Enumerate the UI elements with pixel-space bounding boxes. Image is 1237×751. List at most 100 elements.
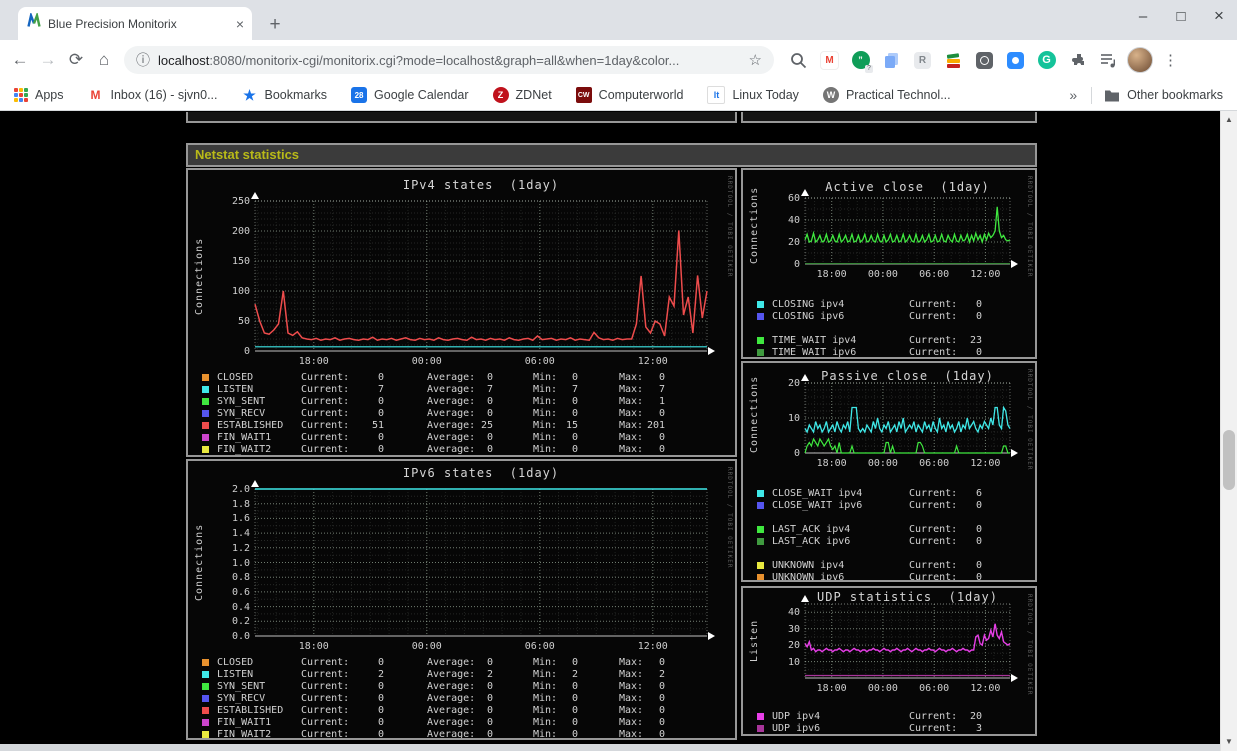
- bookmark-label: Bookmarks: [264, 88, 328, 102]
- previous-section-panel-right: [741, 112, 1037, 123]
- new-tab-button[interactable]: +: [262, 12, 288, 38]
- bookmark-computerworld[interactable]: CW Computerworld: [575, 87, 684, 103]
- legend-color-swatch: [757, 312, 764, 320]
- y-tick-label: 1.8: [231, 498, 250, 510]
- search-icon[interactable]: [788, 50, 809, 71]
- legend-color-swatch: [202, 397, 209, 405]
- legend-row: FIN_WAIT1 Current: 0 Average: 0 Min: 0 Max: 0: [188, 716, 735, 728]
- menu-icon[interactable]: ⋮: [1160, 50, 1181, 71]
- avatar-icon[interactable]: [1126, 47, 1153, 73]
- legend-row: CLOSED Current: 0 Average: 0 Min: 0 Max: 0: [188, 371, 735, 383]
- books-icon[interactable]: [943, 50, 964, 71]
- legend-row: CLOSE_WAIT ipv4 Current: 6: [743, 487, 1035, 499]
- url-host: localhost: [158, 52, 210, 68]
- bookmarks-bar: Apps M Inbox (16) - sjvn0... ★ Bookmarks 28 Go…: [0, 80, 1237, 111]
- legend-color-swatch: [757, 336, 764, 344]
- site-info-icon[interactable]: ⓘ: [136, 50, 150, 70]
- y-tick-label: 250: [231, 196, 250, 207]
- legend-color-swatch: [202, 658, 209, 666]
- home-button[interactable]: ⌂: [90, 46, 118, 74]
- y-tick-label: 0.2: [231, 616, 250, 628]
- y-tick-label: 1.6: [231, 513, 250, 525]
- legend-color-swatch: [202, 706, 209, 714]
- password-icon[interactable]: [974, 50, 995, 71]
- legend-row: UNKNOWN ipv4 Current: 0: [743, 559, 1035, 571]
- y-tick-label: 20: [787, 378, 800, 389]
- grammarly-icon[interactable]: G: [1036, 50, 1057, 71]
- bookmark-apps[interactable]: Apps: [14, 88, 64, 102]
- scrollbar-up-arrow[interactable]: ▲: [1221, 113, 1237, 127]
- legend-color-swatch: [202, 730, 209, 738]
- bookmark-label: Practical Technol...: [845, 88, 951, 102]
- scrollbar[interactable]: ▲ ▼: [1220, 111, 1237, 751]
- y-tick-label: 50: [237, 316, 250, 327]
- bookmark-label: Computerworld: [598, 88, 684, 102]
- puzzle-icon[interactable]: [1067, 50, 1088, 71]
- y-tick-label: 10: [787, 413, 800, 424]
- copy-icon[interactable]: [881, 50, 902, 71]
- bookmark-linux-today[interactable]: lt Linux Today: [707, 86, 799, 104]
- legend-row: SYN_RECV Current: 0 Average: 0 Min: 0 Max: 0: [188, 407, 735, 419]
- y-tick-label: 20: [787, 640, 800, 652]
- window-maximize-button[interactable]: □: [1173, 8, 1189, 25]
- bookmark-label: ZDNet: [515, 88, 552, 102]
- chart-panel-udp-statistics[interactable]: UDP statistics (1day) Listen RRDTOOL / TOB…: [741, 586, 1037, 736]
- bookmark-google-calendar[interactable]: 28 Google Calendar: [351, 87, 469, 103]
- y-tick-label: 60: [787, 193, 800, 204]
- meet-icon[interactable]: [1005, 50, 1026, 71]
- back-button[interactable]: ←: [6, 46, 34, 74]
- bookmark-label: Apps: [35, 88, 64, 102]
- chart-panel-active-close[interactable]: Active close (1day) Connections RRDTOOL / …: [741, 168, 1037, 359]
- bookmark-zdnet[interactable]: Z ZDNet: [492, 87, 552, 103]
- r-ext-icon[interactable]: R: [912, 50, 933, 71]
- y-axis-label: Connections: [194, 523, 205, 602]
- window-close-button[interactable]: ×: [1211, 6, 1227, 26]
- gmail-icon[interactable]: M: [819, 50, 840, 71]
- scrollbar-down-arrow[interactable]: ▼: [1221, 735, 1237, 749]
- bookmark-inbox-16-sjvn0[interactable]: M Inbox (16) - sjvn0...: [88, 87, 218, 103]
- chart-legend: CLOSE_WAIT ipv4 Current: 6 CLOSE_WAIT ipv6 C…: [743, 487, 1035, 580]
- legend-color-swatch: [757, 348, 764, 356]
- browser-window: Blue Precision Monitorix × + – □ × ← → ⟳…: [0, 0, 1237, 751]
- y-tick-label: 0: [793, 259, 800, 270]
- legend-row: TIME_WAIT ipv6 Current: 0: [743, 346, 1035, 357]
- section-header: Netstat statistics: [186, 143, 1037, 167]
- reload-button[interactable]: ⟳: [62, 46, 90, 74]
- tab-close-icon[interactable]: ×: [236, 16, 244, 32]
- chart-panel-passive-close[interactable]: Passive close (1day) Connections RRDTOOL /…: [741, 361, 1037, 582]
- tab-title: Blue Precision Monitorix: [48, 16, 177, 31]
- chart-canvas: [251, 192, 715, 355]
- page-bottom-strip: [0, 744, 1220, 751]
- chart-title: IPv4 states (1day): [402, 178, 560, 192]
- scrollbar-thumb[interactable]: [1223, 430, 1235, 490]
- other-bookmarks-label[interactable]: Other bookmarks: [1127, 88, 1223, 102]
- chart-title: IPv6 states (1day): [402, 466, 560, 480]
- chart-panel-ipv6-states[interactable]: IPv6 states (1day) Connections RRDTOOL / T…: [186, 459, 737, 740]
- y-tick-label: 1.0: [231, 557, 250, 569]
- bookmarks-list: Apps M Inbox (16) - sjvn0... ★ Bookmarks 28 Go…: [14, 86, 975, 104]
- legend-color-swatch: [757, 300, 764, 308]
- monitorix-favicon: [26, 11, 42, 34]
- legend-row: FIN_WAIT2 Current: 0 Average: 0 Min: 0 Max: 0: [188, 728, 735, 738]
- forward-button[interactable]: →: [34, 46, 62, 74]
- media-list-icon[interactable]: [1098, 50, 1119, 71]
- legend-row: ESTABLISHED Current: 0 Average: 0 Min: 0 Max: 0: [188, 704, 735, 716]
- legend-row: CLOSE_WAIT ipv6 Current: 0: [743, 499, 1035, 511]
- legend-color-swatch: [202, 385, 209, 393]
- hangouts-icon[interactable]: ”?: [850, 50, 873, 73]
- address-bar[interactable]: ⓘ localhost:8080/monitorix-cgi/monitorix…: [124, 46, 774, 74]
- legend-color-swatch: [757, 561, 764, 569]
- bookmark-bookmarks[interactable]: ★ Bookmarks: [242, 87, 328, 103]
- bookmarks-overflow-chevron[interactable]: »: [1069, 87, 1077, 103]
- bookmark-label: Google Calendar: [374, 88, 469, 102]
- y-tick-label: 0: [243, 346, 250, 357]
- bookmark-practical-technol[interactable]: W Practical Technol...: [822, 87, 951, 103]
- bookmark-star-icon[interactable]: ☆: [749, 51, 762, 69]
- browser-tab[interactable]: Blue Precision Monitorix ×: [18, 7, 252, 40]
- bookmarks-separator: [1091, 86, 1093, 104]
- chart-panel-ipv4-states[interactable]: IPv4 states (1day) Connections RRDTOOL / T…: [186, 168, 737, 457]
- legend-row: UDP ipv6 Current: 3: [743, 722, 1035, 734]
- bookmark-label: Inbox (16) - sjvn0...: [110, 88, 218, 102]
- window-minimize-button[interactable]: –: [1135, 8, 1151, 25]
- legend-color-swatch: [202, 445, 209, 453]
